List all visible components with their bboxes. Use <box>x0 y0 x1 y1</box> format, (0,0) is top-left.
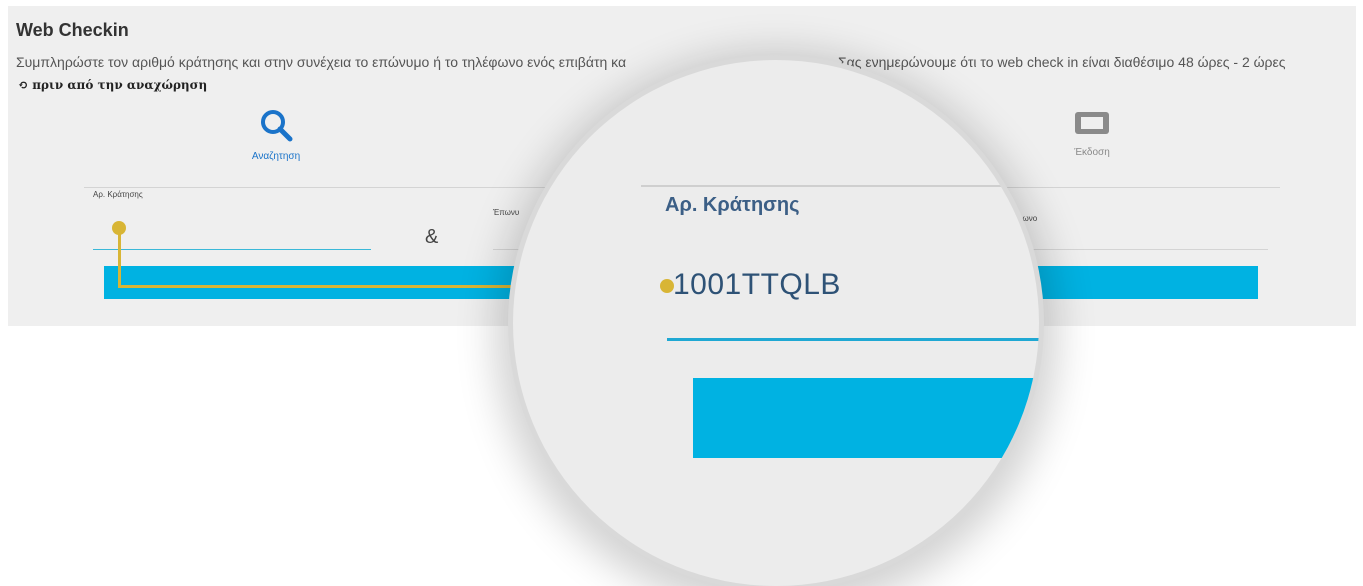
step-search-label: Αναζητηση <box>251 151 301 162</box>
search-button-right[interactable] <box>1030 266 1258 299</box>
surname-label: Έπωνυ <box>493 208 520 217</box>
history-icon: ⟲ <box>18 78 29 92</box>
step-issue[interactable]: Έκδοση <box>1032 108 1152 158</box>
step-search[interactable]: Αναζητηση <box>216 108 336 162</box>
lens-booking-value: 1001TTQLB <box>673 268 841 301</box>
description-right: Σας ενημερώνουμε ότι το web check in είν… <box>838 54 1286 70</box>
booking-input[interactable] <box>93 249 371 250</box>
description-line2: ⟲ πριν από την αναχώρηση <box>18 78 207 92</box>
search-icon <box>259 110 293 146</box>
booking-label: Αρ. Κράτησης <box>93 190 143 199</box>
step-issue-label: Έκδοση <box>1074 147 1110 158</box>
magnifier-lens: Αρ. Κράτησης 1001TTQLB <box>513 60 1039 586</box>
phone-input[interactable] <box>1018 249 1268 250</box>
ampersand: & <box>425 226 439 248</box>
phone-label: ρωνο <box>1018 214 1038 223</box>
search-button-left[interactable] <box>104 266 524 299</box>
ticket-icon <box>1073 112 1111 142</box>
description-left: Συμπληρώστε τον αριθμό κράτησης και στην… <box>16 54 627 70</box>
lens-search-button <box>693 378 1039 458</box>
description-line2-text: πριν από την αναχώρηση <box>32 78 208 92</box>
page-title: Web Checkin <box>16 20 129 40</box>
lens-connector-dot <box>660 279 674 293</box>
connector-dot-start <box>112 221 126 235</box>
connector-vertical <box>118 228 121 288</box>
lens-booking-label: Αρ. Κράτησης <box>665 194 800 216</box>
lens-input-underline <box>667 338 1039 341</box>
lens-divider <box>641 185 1039 187</box>
description-text: Συμπληρώστε τον αριθμό κράτησης και στην… <box>16 54 1356 70</box>
